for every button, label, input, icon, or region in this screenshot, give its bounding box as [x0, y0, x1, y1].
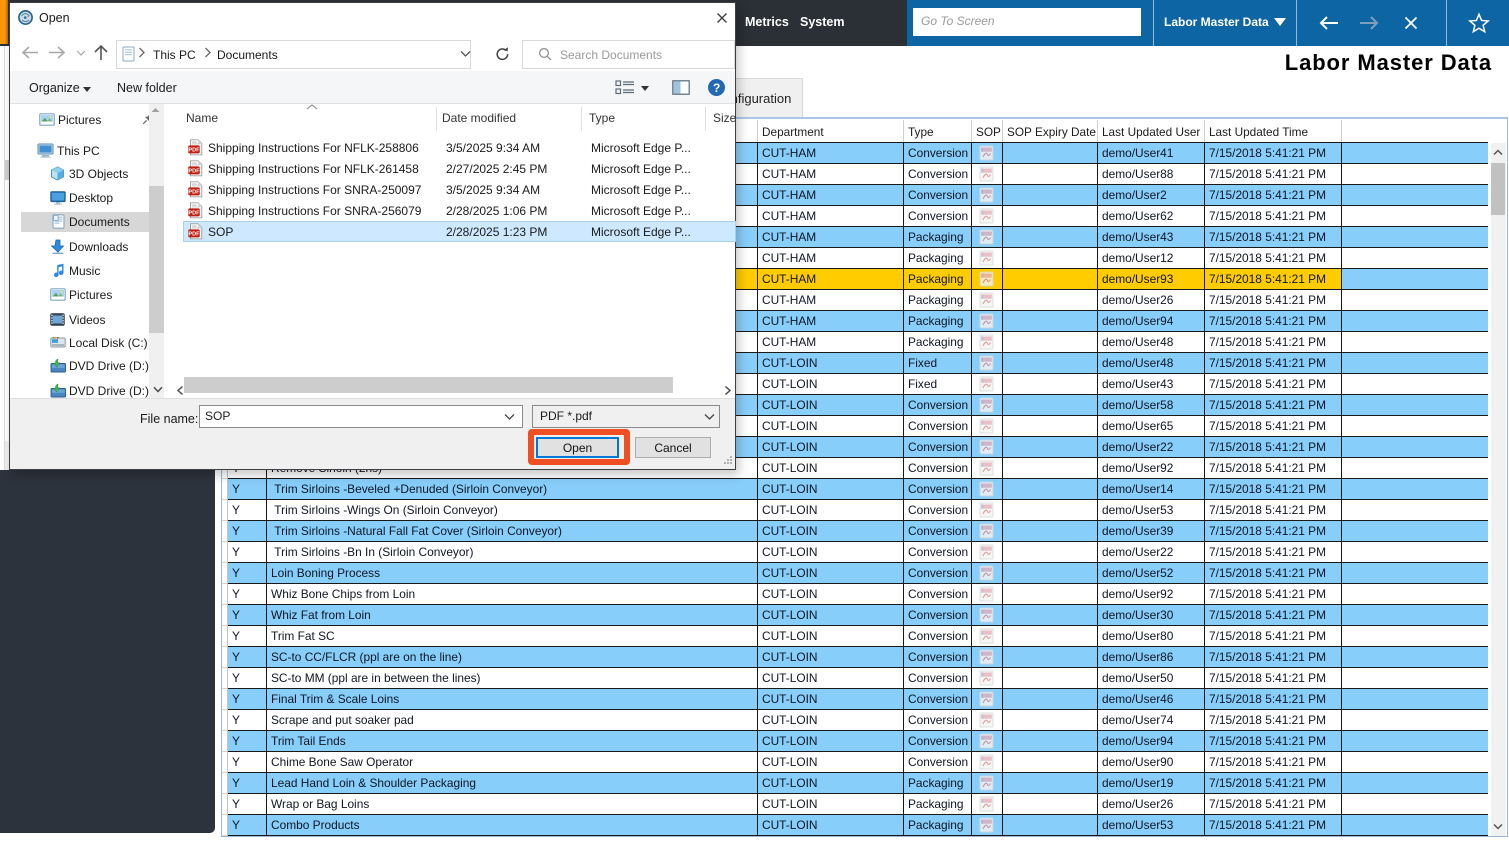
- svg-text:PDF: PDF: [188, 210, 200, 216]
- svg-text:PDF: PDF: [188, 231, 200, 237]
- svg-text:PDF: PDF: [188, 168, 200, 174]
- svg-text:PDF: PDF: [188, 189, 200, 195]
- svg-text:PDF: PDF: [188, 147, 200, 153]
